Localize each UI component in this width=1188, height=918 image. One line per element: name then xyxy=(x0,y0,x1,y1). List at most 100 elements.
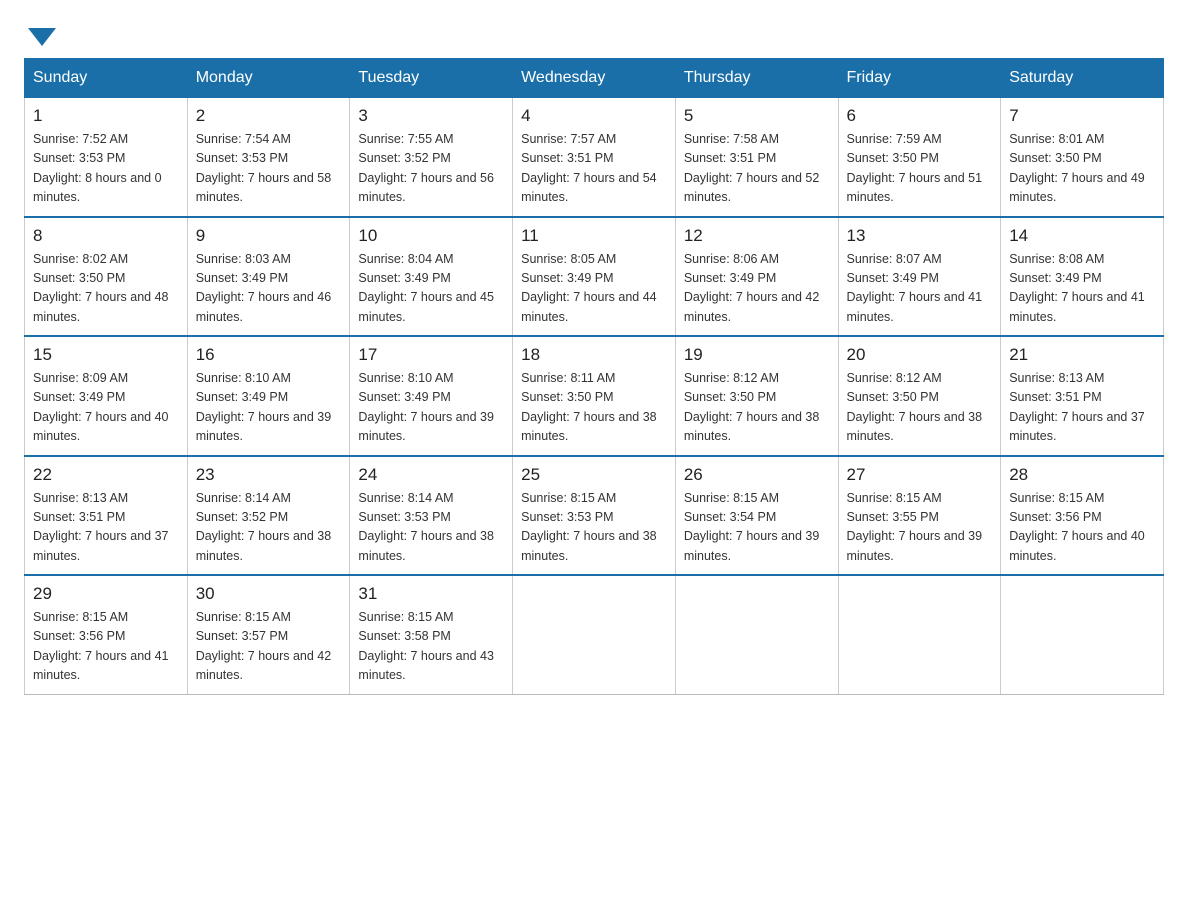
header-row: SundayMondayTuesdayWednesdayThursdayFrid… xyxy=(25,59,1164,98)
calendar-day-cell: 1 Sunrise: 7:52 AMSunset: 3:53 PMDaylight… xyxy=(25,98,188,217)
calendar-day-cell: 9 Sunrise: 8:03 AMSunset: 3:49 PMDaylight… xyxy=(187,217,350,337)
day-info: Sunrise: 8:05 AMSunset: 3:49 PMDaylight:… xyxy=(521,250,667,328)
calendar-day-cell xyxy=(675,575,838,694)
calendar-day-cell: 20 Sunrise: 8:12 AMSunset: 3:50 PMDayligh… xyxy=(838,336,1001,456)
day-info: Sunrise: 7:59 AMSunset: 3:50 PMDaylight:… xyxy=(847,130,993,208)
day-number: 6 xyxy=(847,106,993,126)
day-number: 14 xyxy=(1009,226,1155,246)
day-info: Sunrise: 8:04 AMSunset: 3:49 PMDaylight:… xyxy=(358,250,504,328)
logo-general xyxy=(24,24,56,42)
day-number: 25 xyxy=(521,465,667,485)
calendar-day-cell: 17 Sunrise: 8:10 AMSunset: 3:49 PMDayligh… xyxy=(350,336,513,456)
calendar-day-cell xyxy=(513,575,676,694)
day-number: 29 xyxy=(33,584,179,604)
day-info: Sunrise: 7:54 AMSunset: 3:53 PMDaylight:… xyxy=(196,130,342,208)
day-info: Sunrise: 7:55 AMSunset: 3:52 PMDaylight:… xyxy=(358,130,504,208)
day-info: Sunrise: 8:13 AMSunset: 3:51 PMDaylight:… xyxy=(1009,369,1155,447)
header-cell-tuesday: Tuesday xyxy=(350,59,513,98)
day-number: 4 xyxy=(521,106,667,126)
calendar-day-cell: 21 Sunrise: 8:13 AMSunset: 3:51 PMDayligh… xyxy=(1001,336,1164,456)
day-number: 24 xyxy=(358,465,504,485)
day-number: 15 xyxy=(33,345,179,365)
calendar-day-cell: 11 Sunrise: 8:05 AMSunset: 3:49 PMDayligh… xyxy=(513,217,676,337)
day-info: Sunrise: 8:08 AMSunset: 3:49 PMDaylight:… xyxy=(1009,250,1155,328)
day-info: Sunrise: 7:57 AMSunset: 3:51 PMDaylight:… xyxy=(521,130,667,208)
calendar-day-cell: 2 Sunrise: 7:54 AMSunset: 3:53 PMDaylight… xyxy=(187,98,350,217)
header-cell-sunday: Sunday xyxy=(25,59,188,98)
calendar-day-cell: 12 Sunrise: 8:06 AMSunset: 3:49 PMDayligh… xyxy=(675,217,838,337)
calendar-week-row: 15 Sunrise: 8:09 AMSunset: 3:49 PMDayligh… xyxy=(25,336,1164,456)
header-cell-thursday: Thursday xyxy=(675,59,838,98)
day-info: Sunrise: 8:12 AMSunset: 3:50 PMDaylight:… xyxy=(847,369,993,447)
day-number: 2 xyxy=(196,106,342,126)
day-number: 16 xyxy=(196,345,342,365)
day-number: 23 xyxy=(196,465,342,485)
day-info: Sunrise: 8:15 AMSunset: 3:57 PMDaylight:… xyxy=(196,608,342,686)
calendar-day-cell: 5 Sunrise: 7:58 AMSunset: 3:51 PMDaylight… xyxy=(675,98,838,217)
day-info: Sunrise: 8:03 AMSunset: 3:49 PMDaylight:… xyxy=(196,250,342,328)
day-number: 31 xyxy=(358,584,504,604)
day-info: Sunrise: 8:15 AMSunset: 3:56 PMDaylight:… xyxy=(33,608,179,686)
day-info: Sunrise: 8:14 AMSunset: 3:52 PMDaylight:… xyxy=(196,489,342,567)
calendar-day-cell: 28Sunrise: 8:15 AMSunset: 3:56 PMDayligh… xyxy=(1001,456,1164,576)
calendar-day-cell: 8Sunrise: 8:02 AMSunset: 3:50 PMDaylight… xyxy=(25,217,188,337)
page-header xyxy=(24,24,1164,38)
day-number: 21 xyxy=(1009,345,1155,365)
calendar-day-cell: 4 Sunrise: 7:57 AMSunset: 3:51 PMDaylight… xyxy=(513,98,676,217)
calendar-week-row: 22Sunrise: 8:13 AMSunset: 3:51 PMDayligh… xyxy=(25,456,1164,576)
header-cell-wednesday: Wednesday xyxy=(513,59,676,98)
day-info: Sunrise: 8:10 AMSunset: 3:49 PMDaylight:… xyxy=(358,369,504,447)
day-info: Sunrise: 8:15 AMSunset: 3:55 PMDaylight:… xyxy=(847,489,993,567)
calendar-day-cell: 29 Sunrise: 8:15 AMSunset: 3:56 PMDayligh… xyxy=(25,575,188,694)
calendar-day-cell xyxy=(1001,575,1164,694)
calendar-table: SundayMondayTuesdayWednesdayThursdayFrid… xyxy=(24,58,1164,695)
day-number: 19 xyxy=(684,345,830,365)
header-cell-friday: Friday xyxy=(838,59,1001,98)
day-number: 27 xyxy=(847,465,993,485)
calendar-day-cell: 19Sunrise: 8:12 AMSunset: 3:50 PMDayligh… xyxy=(675,336,838,456)
day-info: Sunrise: 8:11 AMSunset: 3:50 PMDaylight:… xyxy=(521,369,667,447)
calendar-day-cell: 18 Sunrise: 8:11 AMSunset: 3:50 PMDayligh… xyxy=(513,336,676,456)
day-info: Sunrise: 7:52 AMSunset: 3:53 PMDaylight:… xyxy=(33,130,179,208)
day-number: 17 xyxy=(358,345,504,365)
calendar-day-cell: 31 Sunrise: 8:15 AMSunset: 3:58 PMDayligh… xyxy=(350,575,513,694)
day-info: Sunrise: 8:15 AMSunset: 3:58 PMDaylight:… xyxy=(358,608,504,686)
day-number: 9 xyxy=(196,226,342,246)
calendar-day-cell xyxy=(838,575,1001,694)
calendar-day-cell: 27 Sunrise: 8:15 AMSunset: 3:55 PMDayligh… xyxy=(838,456,1001,576)
calendar-day-cell: 16 Sunrise: 8:10 AMSunset: 3:49 PMDayligh… xyxy=(187,336,350,456)
day-info: Sunrise: 8:09 AMSunset: 3:49 PMDaylight:… xyxy=(33,369,179,447)
day-number: 18 xyxy=(521,345,667,365)
header-cell-monday: Monday xyxy=(187,59,350,98)
day-info: Sunrise: 8:10 AMSunset: 3:49 PMDaylight:… xyxy=(196,369,342,447)
calendar-day-cell: 15 Sunrise: 8:09 AMSunset: 3:49 PMDayligh… xyxy=(25,336,188,456)
day-info: Sunrise: 8:15 AMSunset: 3:54 PMDaylight:… xyxy=(684,489,830,567)
day-number: 10 xyxy=(358,226,504,246)
day-info: Sunrise: 8:14 AMSunset: 3:53 PMDaylight:… xyxy=(358,489,504,567)
day-number: 13 xyxy=(847,226,993,246)
calendar-day-cell: 25 Sunrise: 8:15 AMSunset: 3:53 PMDayligh… xyxy=(513,456,676,576)
day-number: 12 xyxy=(684,226,830,246)
calendar-week-row: 1 Sunrise: 7:52 AMSunset: 3:53 PMDaylight… xyxy=(25,98,1164,217)
calendar-day-cell: 3Sunrise: 7:55 AMSunset: 3:52 PMDaylight… xyxy=(350,98,513,217)
day-info: Sunrise: 8:06 AMSunset: 3:49 PMDaylight:… xyxy=(684,250,830,328)
day-info: Sunrise: 8:13 AMSunset: 3:51 PMDaylight:… xyxy=(33,489,179,567)
day-info: Sunrise: 7:58 AMSunset: 3:51 PMDaylight:… xyxy=(684,130,830,208)
day-number: 11 xyxy=(521,226,667,246)
calendar-body: 1 Sunrise: 7:52 AMSunset: 3:53 PMDaylight… xyxy=(25,98,1164,695)
calendar-day-cell: 23 Sunrise: 8:14 AMSunset: 3:52 PMDayligh… xyxy=(187,456,350,576)
calendar-day-cell: 14 Sunrise: 8:08 AMSunset: 3:49 PMDayligh… xyxy=(1001,217,1164,337)
day-number: 20 xyxy=(847,345,993,365)
calendar-week-row: 8Sunrise: 8:02 AMSunset: 3:50 PMDaylight… xyxy=(25,217,1164,337)
calendar-header: SundayMondayTuesdayWednesdayThursdayFrid… xyxy=(25,59,1164,98)
calendar-week-row: 29 Sunrise: 8:15 AMSunset: 3:56 PMDayligh… xyxy=(25,575,1164,694)
calendar-day-cell: 24 Sunrise: 8:14 AMSunset: 3:53 PMDayligh… xyxy=(350,456,513,576)
day-number: 30 xyxy=(196,584,342,604)
calendar-day-cell: 6 Sunrise: 7:59 AMSunset: 3:50 PMDaylight… xyxy=(838,98,1001,217)
day-info: Sunrise: 8:07 AMSunset: 3:49 PMDaylight:… xyxy=(847,250,993,328)
day-number: 1 xyxy=(33,106,179,126)
day-info: Sunrise: 8:15 AMSunset: 3:53 PMDaylight:… xyxy=(521,489,667,567)
calendar-day-cell: 26Sunrise: 8:15 AMSunset: 3:54 PMDayligh… xyxy=(675,456,838,576)
day-number: 5 xyxy=(684,106,830,126)
day-number: 7 xyxy=(1009,106,1155,126)
